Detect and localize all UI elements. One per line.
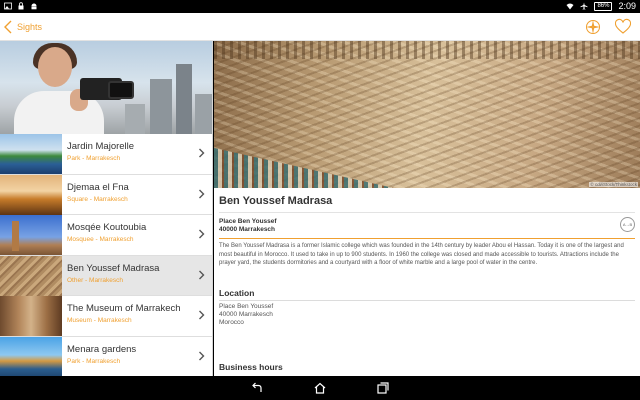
battery-icon: 86% <box>594 1 613 11</box>
chevron-right-icon <box>199 270 205 279</box>
home-icon[interactable] <box>313 381 327 395</box>
sights-list: Jardin Majorelle Park - Marrakesch Djema… <box>0 134 212 376</box>
page-title: Sights <box>17 22 43 32</box>
android-icon <box>31 3 37 10</box>
list-item[interactable]: Menara gardens Park - Marrakesch <box>0 336 212 376</box>
item-name: Mosqée Koutoubia <box>67 222 147 233</box>
clock: 2:09 <box>618 1 636 11</box>
address-line-2: 40000 Marrakesch <box>219 226 276 233</box>
list-item[interactable]: The Museum of Marrakech Museum - Marrake… <box>0 296 212 337</box>
heart-icon[interactable] <box>614 18 632 36</box>
thumbnail-image <box>0 134 62 174</box>
item-category: Square - Marrakesch <box>67 195 128 203</box>
hero-image <box>0 41 212 134</box>
sights-list-pane: Jardin Majorelle Park - Marrakesch Djema… <box>0 41 213 376</box>
wifi-icon <box>566 3 574 10</box>
address-line-1: Place Ben Youssef <box>219 218 277 225</box>
airplane-icon <box>580 2 588 10</box>
navigation-bar <box>0 376 640 400</box>
list-item[interactable]: Djemaa el Fna Square - Marrakesch <box>0 174 212 215</box>
divider <box>219 212 635 213</box>
item-category: Park - Marrakesch <box>67 357 121 365</box>
chevron-left-icon <box>4 20 12 34</box>
up-button[interactable]: Sights <box>0 13 42 41</box>
chevron-right-icon <box>199 310 205 320</box>
detail-title: Ben Youssef Madrasa <box>219 195 333 207</box>
divider <box>219 300 635 301</box>
back-icon[interactable] <box>250 381 264 395</box>
chevron-right-icon <box>199 351 205 360</box>
sight-photo: © cdi/iStock/Thinkstock <box>214 41 640 188</box>
list-item-selected[interactable]: Ben Youssef Madrasa Other - Marrakesch <box>0 255 212 296</box>
business-hours-heading: Business hours <box>219 362 283 372</box>
list-item[interactable]: Mosqée Koutoubia Mosquee - Marrakesch <box>0 215 212 256</box>
chevron-right-icon <box>199 229 205 239</box>
item-category: Mosquee - Marrakesch <box>67 236 134 243</box>
compass-icon[interactable] <box>584 18 602 36</box>
thumbnail-image <box>0 215 62 255</box>
location-line: 40000 Marrakesch <box>219 311 273 318</box>
app-bar: Sights <box>0 13 640 41</box>
route-button[interactable]: A→B <box>620 217 635 232</box>
chevron-right-icon <box>199 189 205 198</box>
list-item[interactable]: Jardin Majorelle Park - Marrakesch <box>0 134 212 175</box>
location-heading: Location <box>219 288 255 298</box>
thumbnail-image <box>0 336 62 376</box>
recent-apps-icon[interactable] <box>376 381 390 395</box>
status-bar: 86% 2:09 <box>0 0 640 13</box>
item-name: Menara gardens <box>67 343 137 355</box>
chevron-right-icon <box>199 148 205 158</box>
thumbnail-image <box>0 255 62 296</box>
image-credit: © cdi/iStock/Thinkstock <box>589 182 638 187</box>
location-line: Place Ben Youssef <box>219 303 274 310</box>
detail-pane: © cdi/iStock/Thinkstock Ben Youssef Madr… <box>214 41 640 376</box>
item-name: Djemaa el Fna <box>67 181 129 193</box>
location-line: Morocco <box>219 319 244 326</box>
thumbnail-image <box>0 174 62 215</box>
item-name: The Museum of Marrakech <box>67 303 181 314</box>
item-category: Museum - Marrakesch <box>67 317 132 324</box>
image-icon <box>4 2 12 10</box>
lock-icon <box>18 2 24 10</box>
item-name: Jardin Majorelle <box>67 141 135 152</box>
item-name: Ben Youssef Madrasa <box>67 262 160 274</box>
thumbnail-image <box>0 296 62 336</box>
item-category: Park - Marrakesch <box>67 155 121 162</box>
divider <box>219 238 635 239</box>
item-category: Other - Marrakesch <box>67 276 123 284</box>
description: The Ben Youssef Madrasa is a former Isla… <box>219 243 624 267</box>
